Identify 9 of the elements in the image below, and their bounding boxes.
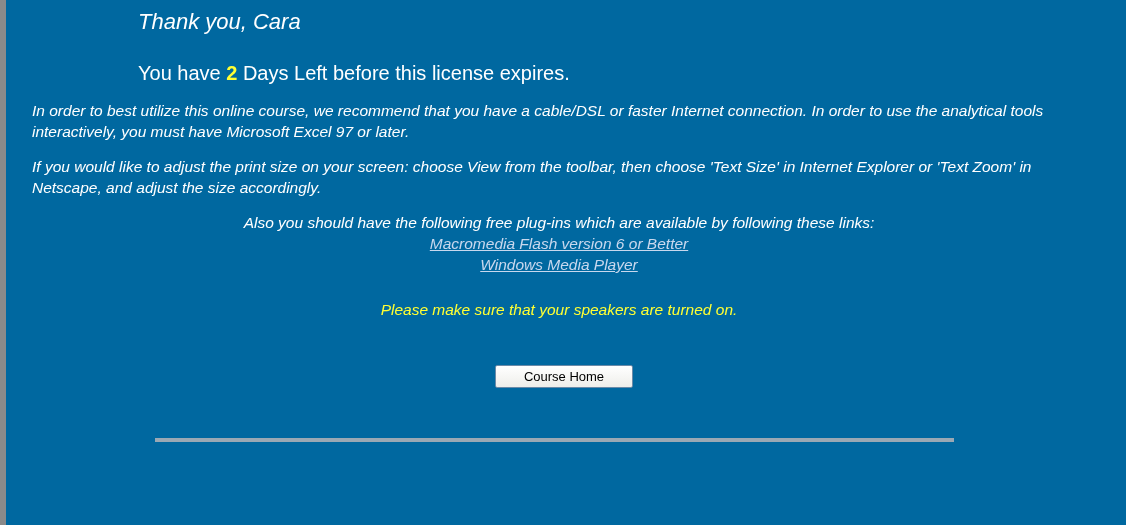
info-paragraph: In order to best utilize this online course, we recommend that you have a cable/DSL or faster Internet connection. In order to use the analytical tools interactively, you must have Microsoft Excel 97 or later. — [32, 101, 1045, 142]
plugin-link[interactable]: Macromedia Flash version 6 or Better — [429, 233, 689, 254]
speaker-notice: Please make sure that your speakers are turned on. — [379, 301, 739, 319]
plugin-link[interactable]: Windows Media Player — [480, 254, 638, 275]
license-message: You have 2 Days Left before this license expires. — [138, 61, 571, 86]
info-paragraph: If you would like to adjust the print size on your screen: choose View from the toolbar, then choose 'Text Size' in Internet Explorer or 'Text Zoom' in Netscape, and adjust the size accordingly. — [32, 157, 1033, 198]
greeting-heading: Thank you, Cara — [138, 8, 302, 36]
course-home-button[interactable]: Course Home — [495, 365, 633, 388]
plugins-intro: Also you should have the following free plug-ins which are available by following these links: — [243, 213, 875, 233]
